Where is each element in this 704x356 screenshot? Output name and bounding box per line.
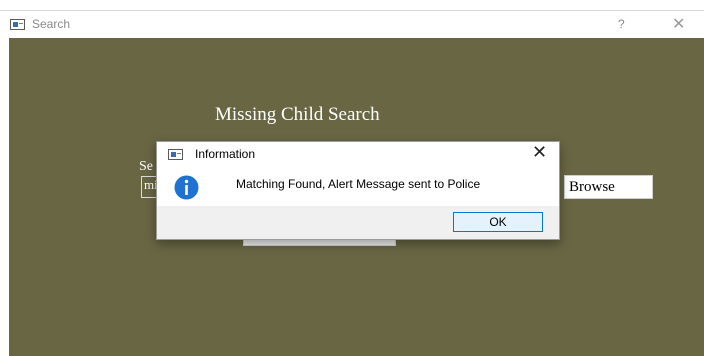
select-image-label: Se (139, 159, 153, 174)
window-title: Search (32, 17, 71, 31)
dialog-footer: OK (157, 206, 559, 239)
help-button[interactable]: ? (618, 17, 625, 31)
window-titlebar: Search ? ✕ (0, 10, 704, 38)
information-dialog: Information ✕ Matching Found, Alert Mess… (156, 141, 560, 240)
info-icon (174, 175, 199, 200)
app-icon (10, 19, 25, 30)
dialog-body: Matching Found, Alert Message sent to Po… (157, 168, 559, 206)
dialog-title: Information (195, 147, 256, 161)
page-title: Missing Child Search (215, 104, 380, 125)
dialog-titlebar: Information ✕ (157, 142, 559, 168)
close-button[interactable]: ✕ (672, 14, 685, 34)
dialog-close-button[interactable]: ✕ (532, 142, 547, 163)
dialog-message: Matching Found, Alert Message sent to Po… (236, 177, 481, 191)
dialog-app-icon (168, 149, 183, 160)
browse-button[interactable]: Browse (564, 175, 653, 199)
ok-button[interactable]: OK (453, 212, 543, 232)
